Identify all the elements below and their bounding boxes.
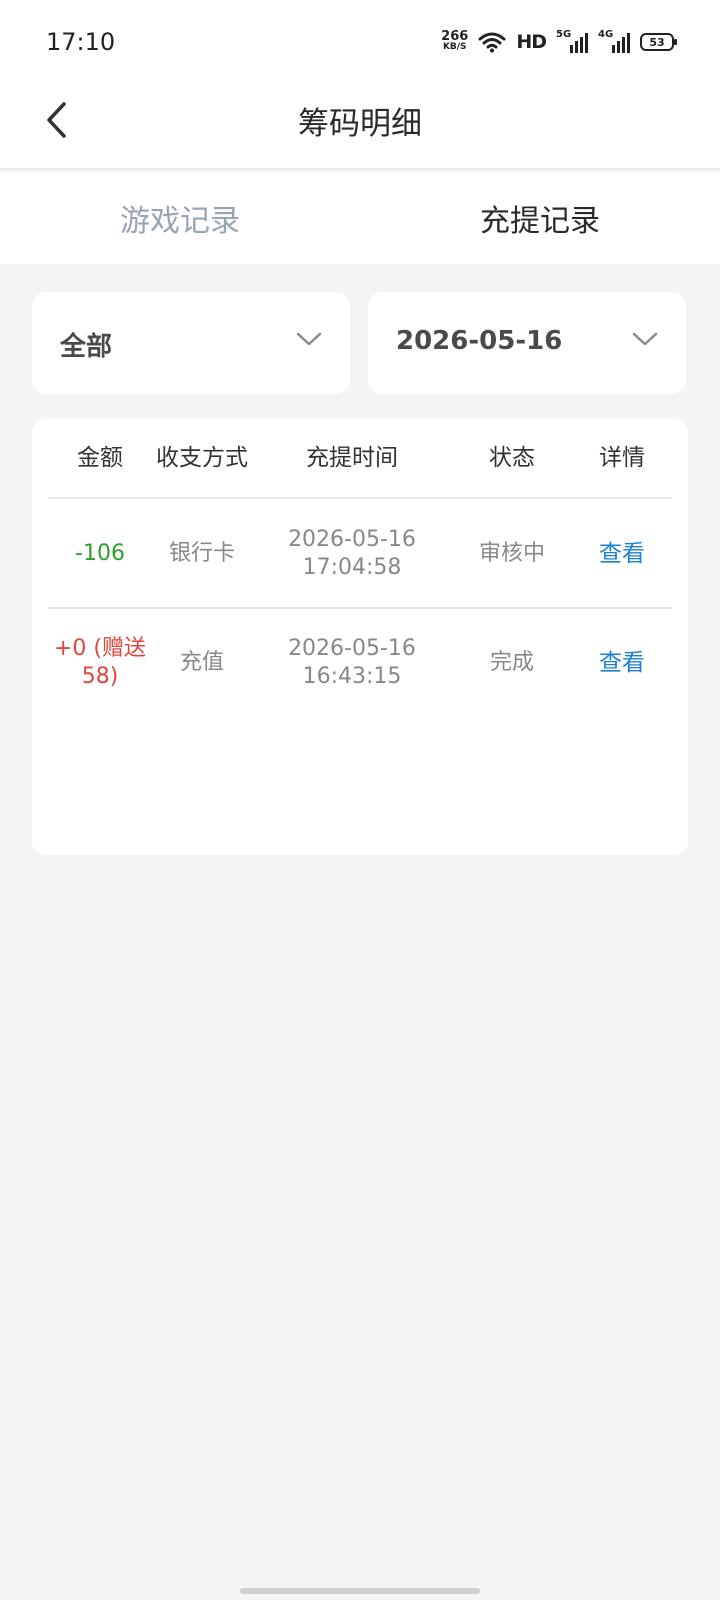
amount-cell-line1: +0 (赠送	[53, 636, 146, 661]
page-title: 筹码明细	[298, 106, 422, 142]
time-cell-time: 16:43:15	[302, 664, 402, 689]
method-cell: 充值	[179, 650, 224, 675]
signal-4g-icon: 4G	[598, 29, 630, 53]
chevron-down-icon	[296, 332, 322, 346]
tab-game-records[interactable]: 游戏记录	[0, 172, 360, 264]
home-indicator[interactable]	[240, 1588, 480, 1594]
table-row: +0 (赠送 58) 充值 2026-05-16 16:43:15 完成 查看	[48, 609, 672, 717]
record-tabs: 游戏记录 充提记录	[0, 172, 720, 264]
amount-cell: +0 (赠送 58)	[48, 635, 152, 691]
column-header-details: 详情	[599, 445, 645, 471]
amount-cell-line2: 58)	[81, 664, 119, 689]
column-header-time: 充提时间	[306, 445, 398, 471]
status-cell: 审核中	[478, 541, 545, 566]
network-speed-unit: KB/S	[442, 42, 467, 52]
battery-level: 53	[649, 35, 665, 49]
wifi-icon	[478, 32, 506, 53]
amount-cell: -106	[75, 541, 125, 566]
time-cell-date: 2026-05-16	[288, 636, 416, 661]
date-filter-dropdown[interactable]: 2026-05-16	[368, 292, 686, 394]
navigation-bar: 筹码明细	[0, 80, 720, 170]
network-speed-indicator: 266 KB/S	[441, 29, 469, 53]
network-speed-value: 266	[441, 29, 469, 44]
tab-deposit-withdraw-records[interactable]: 充提记录	[360, 172, 720, 264]
status-icons: 266 KB/S HD 5G 4G 53	[441, 28, 677, 56]
time-cell: 2026-05-16 16:43:15	[252, 635, 452, 691]
method-cell: 银行卡	[168, 541, 235, 566]
type-filter-dropdown[interactable]: 全部	[32, 292, 350, 394]
status-cell: 完成	[489, 650, 534, 675]
column-header-method: 收支方式	[156, 445, 248, 471]
signal-5g-label: 5G	[556, 29, 572, 40]
date-filter-value: 2026-05-16	[396, 326, 563, 356]
status-bar: 17:10 266 KB/S HD 5G 4G 53	[0, 0, 720, 80]
table-header: 金额 收支方式 充提时间 状态 详情	[48, 419, 672, 499]
column-header-status: 状态	[489, 445, 535, 471]
chevron-down-icon	[632, 332, 658, 346]
view-details-link[interactable]: 查看	[572, 540, 672, 568]
view-details-link[interactable]: 查看	[572, 649, 672, 677]
column-header-amount: 金额	[77, 445, 123, 471]
hd-voice-icon: HD	[516, 31, 547, 53]
signal-5g-icon: 5G	[556, 29, 588, 53]
records-table: 金额 收支方式 充提时间 状态 详情 -106 银行卡 2026-05-16 1…	[32, 419, 688, 855]
time-cell: 2026-05-16 17:04:58	[252, 526, 452, 582]
type-filter-value: 全部	[60, 332, 113, 362]
signal-4g-label: 4G	[598, 29, 614, 40]
time-cell-date: 2026-05-16	[288, 527, 416, 552]
time-cell-time: 17:04:58	[302, 555, 402, 580]
battery-icon: 53	[640, 33, 677, 51]
table-row: -106 银行卡 2026-05-16 17:04:58 审核中 查看	[48, 501, 672, 609]
status-time: 17:10	[46, 28, 116, 56]
